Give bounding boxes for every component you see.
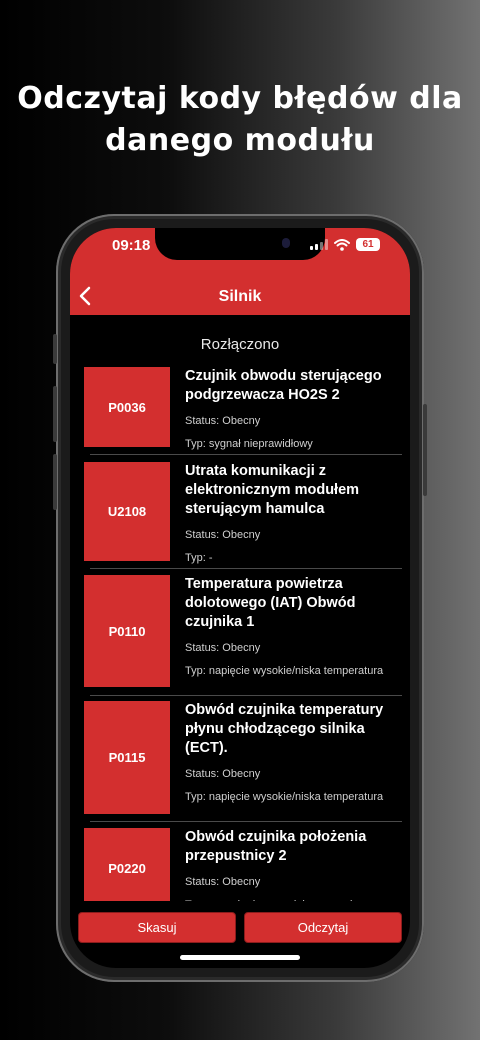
- connection-status: Rozłączono: [200, 336, 280, 353]
- divider: [90, 821, 402, 822]
- error-code-list[interactable]: P0036 Czujnik obwodu sterującego podgrze…: [70, 354, 410, 901]
- error-code-title: Czujnik obwodu sterującego podgrzewacza …: [185, 368, 382, 403]
- volume-up-button: [53, 386, 57, 442]
- notch: [155, 228, 325, 260]
- battery-icon: 61: [356, 238, 380, 251]
- error-code-status: Status: Obecny: [185, 529, 261, 541]
- volume-down-button: [53, 454, 57, 510]
- error-code-status: Status: Obecny: [185, 415, 261, 427]
- home-indicator[interactable]: [180, 955, 300, 960]
- error-code-status: Status: Obecny: [185, 642, 261, 654]
- page-title: Silnik: [218, 288, 262, 305]
- promo-headline: Odczytaj kody błędów dla danego modułu: [0, 78, 480, 162]
- error-code-badge: P0115: [84, 701, 170, 814]
- error-code-status: Status: Obecny: [185, 768, 261, 780]
- headline-line-1: Odczytaj kody błędów dla: [17, 81, 463, 116]
- error-code-title: Temperatura powietrza dolotowego (IAT) O…: [185, 576, 356, 630]
- error-code-type: Typ: napięcie wysokie/niska temperatura: [185, 665, 384, 677]
- error-code-title: Utrata komunikacji z elektronicznym modu…: [185, 463, 360, 517]
- headline-line-2: danego modułu: [105, 123, 375, 158]
- power-button: [423, 404, 427, 496]
- error-code-badge: P0110: [84, 575, 170, 687]
- wifi-icon: [334, 238, 350, 251]
- status-time: 09:18: [112, 237, 151, 254]
- status-icons: 61: [310, 238, 380, 251]
- error-code-type: Typ: zwarcie do masy lub rozwarcie: [185, 898, 400, 901]
- error-code-type: Typ: napięcie wysokie/niska temperatura: [185, 791, 384, 803]
- error-code-badge: U2108: [84, 462, 170, 561]
- mute-switch: [53, 334, 57, 364]
- action-bar: Skasuj Odczytaj: [78, 912, 404, 943]
- divider: [90, 454, 402, 455]
- read-codes-button[interactable]: Odczytaj: [244, 912, 402, 943]
- front-camera-icon: [282, 238, 290, 248]
- error-code-title: Obwód czujnika temperatury płynu chłodzą…: [185, 702, 384, 756]
- divider: [90, 695, 402, 696]
- error-code-badge: P0036: [84, 367, 170, 447]
- divider: [90, 568, 402, 569]
- clear-codes-button[interactable]: Skasuj: [78, 912, 236, 943]
- error-code-badge: P0220: [84, 828, 170, 901]
- error-code-title: Obwód czujnika położenia przepustnicy 2: [185, 829, 367, 864]
- error-code-type: Typ: -: [185, 552, 213, 564]
- error-code-type: Typ: sygnał nieprawidłowy: [185, 438, 313, 450]
- phone-frame: 09:18 61 Silnik Rozłączono P0036 Czujnik…: [53, 214, 427, 982]
- phone-screen: 09:18 61 Silnik Rozłączono P0036 Czujnik…: [70, 228, 410, 968]
- error-code-status: Status: Obecny: [185, 876, 261, 888]
- signal-icon: [310, 239, 328, 250]
